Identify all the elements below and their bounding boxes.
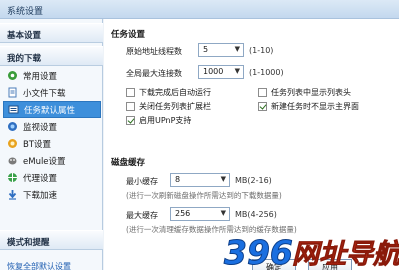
min-cache-note: (进行一次刷新磁盘操作所需达到的下载数据量) [126, 191, 282, 200]
max-connections-value: 1000 [203, 67, 224, 76]
threads-value: 5 [203, 45, 209, 54]
checkbox-box [126, 116, 135, 125]
min-cache-unit: MB(2-16) [235, 176, 272, 185]
sidebar-item-label: 下载加速 [23, 190, 58, 201]
max-connections-select[interactable]: 1000 ▼ [198, 65, 244, 79]
sidebar-item-emule[interactable]: eMule设置 [3, 152, 101, 169]
monitor-icon [7, 121, 18, 132]
checkbox-label: 关闭任务列表扩展栏 [139, 102, 211, 111]
restore-defaults-link[interactable]: 恢复全部默认设置 [7, 261, 71, 270]
chevron-down-icon: ▼ [220, 209, 226, 217]
min-cache-label: 最小缓存 [126, 177, 158, 186]
sidebar-item-label: 任务默认属性 [24, 105, 76, 116]
sidebar-item-label: 小文件下载 [23, 88, 66, 99]
small-file-icon [7, 87, 18, 98]
checkbox-box [258, 88, 267, 97]
checkbox-box [126, 102, 135, 111]
checkbox-label: 任务列表中显示列表头 [271, 88, 351, 97]
sidebar-item-label: BT设置 [23, 139, 52, 150]
sidebar-item-task-default-properties[interactable]: 任务默认属性 [3, 101, 101, 118]
group-mode-and-reminders[interactable]: 模式和提醒 [0, 230, 103, 250]
sidebar-item-label: 常用设置 [23, 71, 58, 82]
hide-main-window-checkbox[interactable]: 新建任务时不显示主界面 [258, 101, 359, 112]
max-cache-select[interactable]: 256 ▼ [170, 207, 230, 221]
max-cache-unit: MB(4-256) [235, 210, 277, 219]
max-connections-label: 全局最大连接数 [126, 69, 182, 78]
site-watermark-logo: 396 网址导航 [224, 233, 399, 270]
sidebar-item-download-accelerate[interactable]: 下载加速 [3, 186, 101, 203]
chevron-down-icon: ▼ [234, 45, 240, 53]
sidebar-item-label: eMule设置 [23, 156, 66, 167]
show-list-header-checkbox[interactable]: 任务列表中显示列表头 [258, 87, 351, 98]
max-cache-label: 最大缓存 [126, 211, 158, 220]
checkbox-label: 下载完成后自动运行 [139, 88, 211, 97]
disk-cache-title: 磁盘缓存 [111, 158, 146, 168]
enable-upnp-checkbox[interactable]: 启用UPnP支持 [126, 115, 191, 126]
threads-range: (1-10) [249, 46, 274, 55]
bt-icon [7, 138, 18, 149]
checkbox-box [258, 102, 267, 111]
task-settings-title: 任务设置 [111, 30, 146, 40]
svg-text:396: 396 [224, 233, 293, 270]
group-basic-settings[interactable]: 基本设置 [0, 23, 103, 43]
svg-text:网址导航: 网址导航 [292, 239, 399, 270]
sidebar-item-label: 监视设置 [23, 122, 58, 133]
chevron-down-icon: ▼ [220, 175, 226, 183]
auto-run-checkbox[interactable]: 下载完成后自动运行 [126, 87, 211, 98]
checkbox-box [126, 88, 135, 97]
max-cache-value: 256 [175, 209, 191, 218]
sidebar-item-common[interactable]: 常用设置 [3, 67, 101, 84]
checkbox-label: 启用UPnP支持 [139, 116, 192, 125]
gear-icon [7, 70, 18, 81]
max-connections-range: (1-1000) [249, 68, 284, 77]
group-my-downloads[interactable]: 我的下载 [0, 46, 103, 66]
title-bar: 系统设置 [0, 0, 399, 19]
chevron-down-icon: ▼ [234, 67, 240, 75]
sidebar-item-label: 代理设置 [23, 173, 58, 184]
sidebar-item-proxy[interactable]: 代理设置 [3, 169, 101, 186]
window-title: 系统设置 [7, 7, 44, 17]
min-cache-value: 8 [175, 175, 181, 184]
sidebar-item-monitor[interactable]: 监视设置 [3, 118, 101, 135]
checkbox-label: 新建任务时不显示主界面 [271, 102, 359, 111]
threads-select[interactable]: 5 ▼ [198, 43, 244, 57]
min-cache-select[interactable]: 8 ▼ [170, 173, 230, 187]
emule-icon [7, 155, 18, 166]
task-properties-icon [8, 104, 19, 115]
sidebar-item-bt[interactable]: BT设置 [3, 135, 101, 152]
proxy-icon [7, 172, 18, 183]
threads-label: 原始地址线程数 [126, 47, 182, 56]
download-accelerate-icon [7, 189, 18, 200]
sidebar-item-small-file[interactable]: 小文件下载 [3, 84, 101, 101]
close-extension-bar-checkbox[interactable]: 关闭任务列表扩展栏 [126, 101, 211, 112]
